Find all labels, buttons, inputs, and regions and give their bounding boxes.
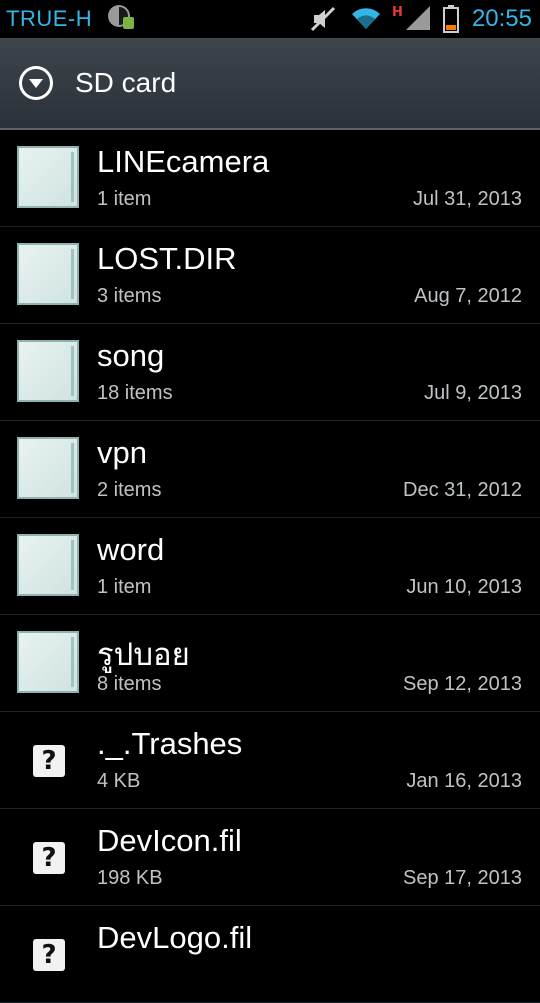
item-meta: 2 items — [97, 479, 162, 501]
item-name: ._.Trashes — [97, 726, 243, 761]
list-item-folder[interactable]: LOST.DIR 3 items Aug 7, 2012 — [0, 227, 540, 324]
item-name: รูปบอย — [97, 637, 190, 672]
item-date: Jul 9, 2013 — [424, 382, 522, 404]
item-date: Jul 31, 2013 — [413, 188, 522, 210]
item-meta: 8 items — [97, 673, 162, 695]
item-name: song — [97, 338, 165, 373]
folder-icon — [17, 631, 79, 693]
item-name: vpn — [97, 435, 147, 470]
action-bar: SD card — [0, 38, 540, 130]
folder-icon — [17, 437, 79, 499]
folder-icon — [17, 146, 79, 208]
item-date: Sep 12, 2013 — [403, 673, 522, 695]
list-item-folder[interactable]: รูปบอย 8 items Sep 12, 2013 — [0, 615, 540, 712]
clock: 20:55 — [471, 5, 532, 32]
wifi-icon — [350, 5, 382, 35]
item-date: Dec 31, 2012 — [403, 479, 522, 501]
page-title: SD card — [75, 67, 177, 98]
android-debug-icon — [106, 3, 136, 35]
item-name: DevLogo.fil — [97, 920, 253, 955]
chevron-down-circle-icon[interactable] — [19, 66, 53, 100]
item-meta: 18 items — [97, 382, 173, 404]
status-bar: TRUE-H H 20:55 — [0, 0, 540, 38]
item-date: Sep 17, 2013 — [403, 867, 522, 889]
mute-icon — [310, 6, 336, 36]
folder-icon — [17, 340, 79, 402]
item-meta: 4 KB — [97, 770, 141, 792]
item-name: LINEcamera — [97, 144, 270, 179]
folder-icon — [17, 243, 79, 305]
unknown-file-icon: ? — [33, 745, 65, 777]
list-item-file[interactable]: ? DevLogo.fil — [0, 906, 540, 1003]
unknown-file-icon: ? — [33, 842, 65, 874]
list-item-folder[interactable]: word 1 item Jun 10, 2013 — [0, 518, 540, 615]
list-item-file[interactable]: ? DevIcon.fil 198 KB Sep 17, 2013 — [0, 809, 540, 906]
signal-icon: H — [392, 4, 434, 36]
carrier-label: TRUE-H — [6, 6, 93, 31]
folder-icon — [17, 534, 79, 596]
item-name: word — [97, 532, 165, 567]
list-item-folder[interactable]: song 18 items Jul 9, 2013 — [0, 324, 540, 421]
item-date: Aug 7, 2012 — [414, 285, 522, 307]
item-meta: 198 KB — [97, 867, 163, 889]
list-item-folder[interactable]: vpn 2 items Dec 31, 2012 — [0, 421, 540, 518]
item-date: Jun 10, 2013 — [406, 576, 522, 598]
battery-icon — [443, 5, 459, 37]
list-item-folder[interactable]: LINEcamera 1 item Jul 31, 2013 — [0, 130, 540, 227]
item-name: LOST.DIR — [97, 241, 237, 276]
item-name: DevIcon.fil — [97, 823, 242, 858]
item-date: Jan 16, 2013 — [406, 770, 522, 792]
item-meta: 3 items — [97, 285, 162, 307]
unknown-file-icon: ? — [33, 939, 65, 971]
item-meta: 1 item — [97, 188, 152, 210]
list-item-file[interactable]: ? ._.Trashes 4 KB Jan 16, 2013 — [0, 712, 540, 809]
item-meta: 1 item — [97, 576, 152, 598]
file-list: LINEcamera 1 item Jul 31, 2013 LOST.DIR … — [0, 130, 540, 1003]
svg-text:H: H — [392, 5, 403, 20]
